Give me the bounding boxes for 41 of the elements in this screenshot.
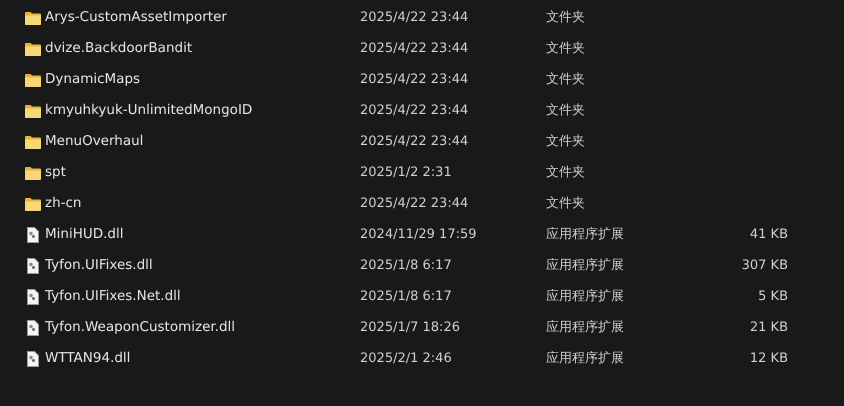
file-name[interactable]: MiniHUD.dll xyxy=(45,224,124,245)
file-name[interactable]: zh-cn xyxy=(45,193,82,214)
date-modified: 2024/11/29 17:59 xyxy=(360,226,477,242)
date-modified: 2025/1/7 18:26 xyxy=(360,320,460,335)
file-type: 文件夹 xyxy=(546,102,585,118)
file-size: 5 KB xyxy=(758,288,788,304)
file-size: 41 KB xyxy=(750,226,788,242)
file-name[interactable]: Tyfon.WeaponCustomizer.dll xyxy=(45,317,236,338)
file-type: 应用程序扩展 xyxy=(546,288,624,304)
file-name[interactable]: Tyfon.UIFixes.dll xyxy=(45,255,153,276)
file-size: 12 KB xyxy=(750,350,788,366)
file-type: 应用程序扩展 xyxy=(546,350,624,366)
file-type: 文件夹 xyxy=(546,40,585,56)
date-modified: 2025/4/22 23:44 xyxy=(360,10,468,25)
file-type: 文件夹 xyxy=(546,10,585,25)
date-modified: 2025/1/8 6:17 xyxy=(360,288,452,304)
file-name[interactable]: MenuOverhaul xyxy=(45,131,144,152)
date-modified: 2025/4/22 23:44 xyxy=(360,40,468,56)
file-name[interactable]: WTTAN94.dll xyxy=(45,348,130,369)
file-name[interactable]: spt xyxy=(45,162,66,183)
date-modified: 2025/4/22 23:44 xyxy=(360,196,468,211)
file-name[interactable]: DynamicMaps xyxy=(45,69,140,90)
date-modified: 2025/1/2 2:31 xyxy=(360,164,452,180)
file-type: 文件夹 xyxy=(546,196,585,211)
file-size: 21 KB xyxy=(750,320,788,335)
file-name[interactable]: Arys-CustomAssetImporter xyxy=(45,7,227,28)
file-type: 文件夹 xyxy=(546,164,585,180)
file-name[interactable]: Tyfon.UIFixes.Net.dll xyxy=(45,286,181,307)
file-size: 307 KB xyxy=(742,258,788,273)
file-type: 应用程序扩展 xyxy=(546,320,624,335)
date-modified: 2025/4/22 23:44 xyxy=(360,134,468,149)
file-type: 文件夹 xyxy=(546,134,585,149)
file-type: 应用程序扩展 xyxy=(546,226,624,242)
file-type: 文件夹 xyxy=(546,72,585,87)
date-modified: 2025/2/1 2:46 xyxy=(360,350,452,366)
date-modified: 2025/4/22 23:44 xyxy=(360,72,468,87)
file-type: 应用程序扩展 xyxy=(546,258,624,273)
file-name[interactable]: kmyuhkyuk-UnlimitedMongoID xyxy=(45,100,252,121)
file-name[interactable]: dvize.BackdoorBandit xyxy=(45,38,192,59)
date-modified: 2025/1/8 6:17 xyxy=(360,258,452,273)
date-modified: 2025/4/22 23:44 xyxy=(360,102,468,118)
